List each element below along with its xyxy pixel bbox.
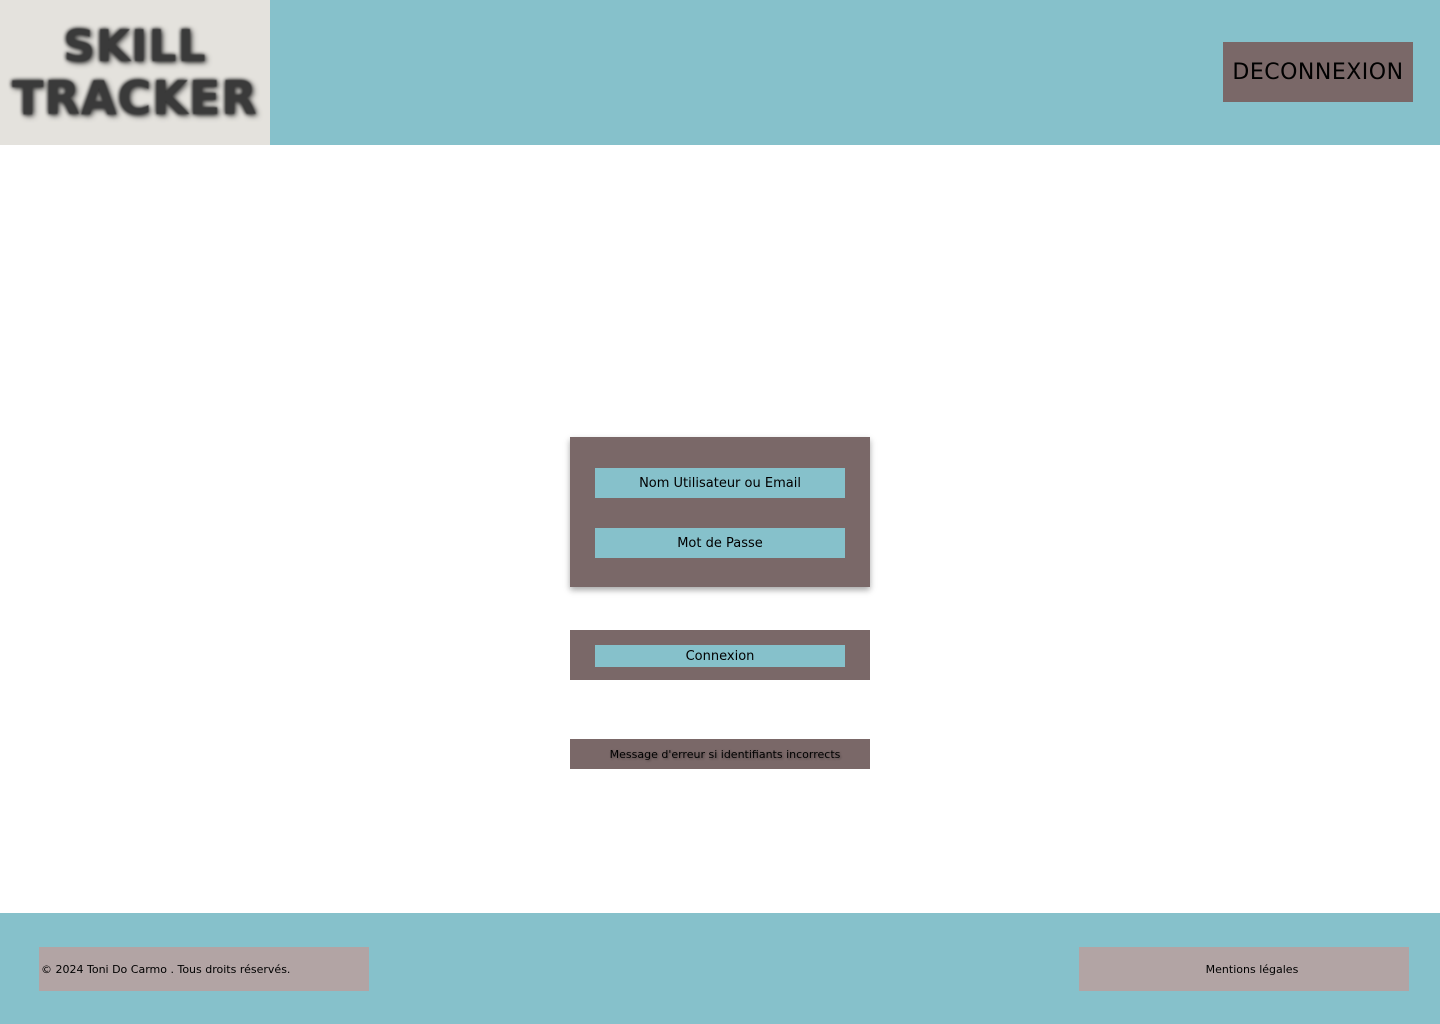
- logout-button[interactable]: DECONNEXION: [1223, 42, 1413, 102]
- password-input[interactable]: [595, 528, 845, 558]
- logo-line-2: TRACKER: [12, 70, 258, 125]
- connect-panel: Connexion: [570, 630, 870, 680]
- error-message: Message d'erreur si identifiants incorre…: [609, 747, 841, 761]
- site-footer: © 2024 Toni Do Carmo . Tous droits réser…: [0, 913, 1440, 1024]
- logo[interactable]: SKILL TRACKER: [0, 0, 270, 145]
- legal-notice-link[interactable]: Mentions légales: [1079, 947, 1409, 991]
- page: SKILL TRACKER DECONNEXION Connexion Mess…: [0, 0, 1440, 1024]
- copyright-text: © 2024 Toni Do Carmo . Tous droits réser…: [41, 962, 291, 976]
- error-message-box: Message d'erreur si identifiants incorre…: [570, 739, 870, 769]
- username-input[interactable]: [595, 468, 845, 498]
- connect-button[interactable]: Connexion: [595, 645, 845, 667]
- copyright-box: © 2024 Toni Do Carmo . Tous droits réser…: [39, 947, 369, 991]
- site-header: SKILL TRACKER DECONNEXION: [0, 0, 1440, 145]
- login-form: [570, 437, 870, 587]
- logo-line-1: SKILL: [63, 20, 207, 72]
